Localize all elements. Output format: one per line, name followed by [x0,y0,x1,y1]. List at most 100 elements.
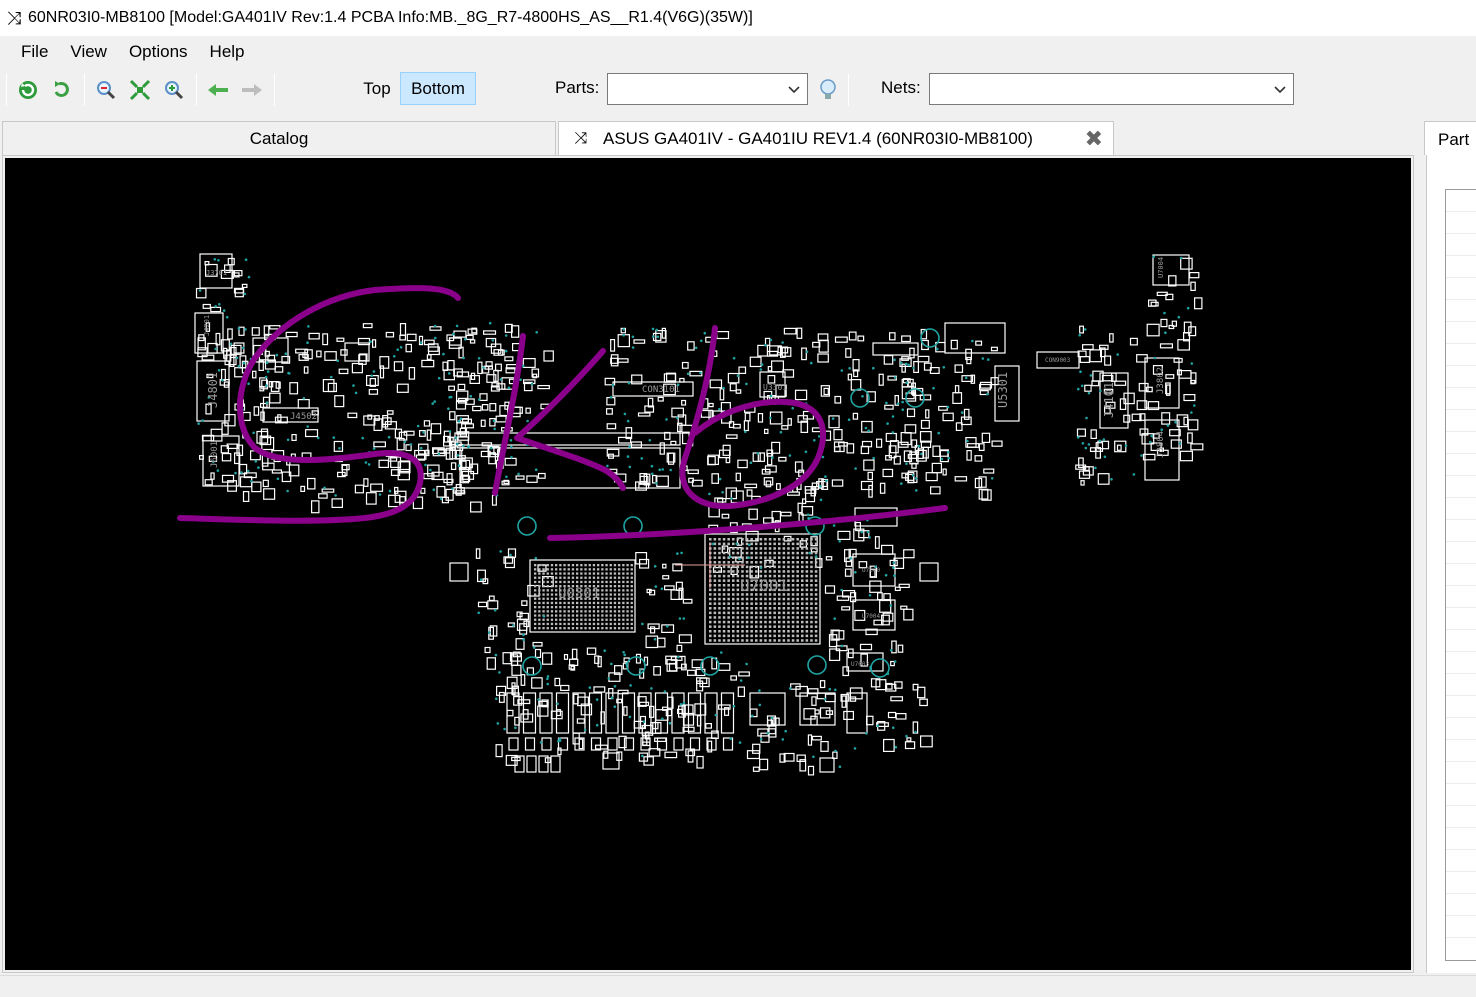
smd-part[interactable] [264,359,276,370]
smd-part[interactable] [883,355,894,365]
smd-part[interactable] [418,443,429,455]
smd-part[interactable] [1150,301,1159,307]
smd-part[interactable] [605,408,613,415]
smd-part[interactable] [457,383,466,391]
smd-part[interactable] [744,412,751,422]
menu-help[interactable]: Help [199,38,256,66]
smd-part[interactable] [388,494,401,508]
smd-part[interactable] [406,333,417,342]
smd-part[interactable] [966,356,972,365]
smd-part[interactable] [210,306,222,313]
smd-part[interactable] [465,334,474,340]
smd-part[interactable] [656,475,669,488]
smd-part[interactable] [767,366,773,372]
smd-part[interactable] [919,698,928,707]
smd-part[interactable] [370,483,384,492]
smd-part[interactable] [743,420,749,432]
smd-part[interactable] [1165,374,1175,379]
smd-part[interactable] [1089,447,1097,452]
smd-part[interactable] [475,548,481,559]
smd-part[interactable] [1089,349,1102,363]
smd-part[interactable] [252,370,257,379]
smd-part[interactable] [470,501,482,513]
smd-part[interactable] [269,392,281,404]
list-row[interactable] [1446,410,1476,432]
list-row[interactable] [1446,608,1476,630]
smd-part[interactable] [1095,442,1104,452]
menu-view[interactable]: View [59,38,118,66]
smd-part[interactable] [1097,473,1110,485]
smd-part[interactable] [526,475,538,483]
smd-part[interactable] [504,356,514,362]
smd-part[interactable] [752,452,761,462]
smd-part[interactable] [453,330,467,338]
smd-part[interactable] [682,598,693,604]
smd-part[interactable] [852,359,860,372]
bottom-row-small[interactable] [526,755,537,773]
smd-part[interactable] [735,389,742,394]
smd-part[interactable] [730,675,738,681]
smd-part[interactable] [766,452,773,466]
smd-part[interactable] [1109,333,1114,343]
bottom-row-pad[interactable] [607,737,618,751]
smd-part[interactable] [960,416,972,426]
list-row[interactable] [1446,366,1476,388]
bottom-row-small[interactable] [550,755,561,773]
smd-part[interactable] [786,491,800,496]
smd-part[interactable] [783,327,797,335]
smd-part[interactable] [331,498,344,508]
smd-part[interactable] [670,440,677,446]
smd-part[interactable] [322,333,329,346]
smd-part[interactable] [386,410,394,415]
smd-part[interactable] [950,339,958,350]
smd-part[interactable] [472,405,482,412]
smd-part[interactable] [882,468,894,478]
arrow-left-icon[interactable] [204,76,232,104]
smd-part[interactable] [825,556,833,561]
smd-part[interactable] [532,641,543,647]
smd-part[interactable] [445,488,454,501]
mount-hole-bottom-right[interactable] [819,757,835,773]
smd-part[interactable] [903,608,914,621]
smd-part[interactable] [749,356,762,368]
smd-part[interactable] [868,484,873,498]
smd-part[interactable] [423,420,431,427]
smd-part[interactable] [769,411,783,425]
smd-part[interactable] [647,623,660,630]
smd-part[interactable] [906,737,912,742]
smd-part[interactable] [1188,271,1200,279]
smd-part[interactable] [436,485,446,498]
smd-part[interactable] [221,453,232,462]
list-row[interactable] [1446,586,1476,608]
list-row[interactable] [1446,828,1476,850]
smd-part[interactable] [477,601,488,608]
list-row[interactable] [1446,322,1476,344]
smd-part[interactable] [721,513,730,519]
smd-part[interactable] [795,685,808,697]
list-row[interactable] [1446,762,1476,784]
smd-part[interactable] [498,691,505,703]
smd-part[interactable] [649,626,656,634]
smd-part[interactable] [487,600,499,610]
smd-part[interactable] [874,536,880,549]
smd-part[interactable] [837,530,851,540]
smd-part[interactable] [925,472,938,482]
smd-part[interactable] [263,488,276,500]
smd-part[interactable] [807,734,813,746]
smd-part[interactable] [242,491,250,503]
smd-part[interactable] [833,446,841,453]
smd-part[interactable] [801,347,807,361]
bottom-row-pad[interactable] [524,737,536,751]
smd-part[interactable] [657,396,664,402]
smd-part[interactable] [811,735,822,741]
close-icon[interactable]: ✖ [1085,126,1103,152]
smd-part[interactable] [929,486,941,495]
smd-part[interactable] [365,492,377,505]
list-row[interactable] [1446,190,1476,212]
smd-part[interactable] [843,710,854,721]
smd-part[interactable] [1090,429,1097,439]
smd-part[interactable] [300,485,306,492]
parts-list[interactable] [1445,189,1476,961]
smd-part[interactable] [449,411,456,421]
smd-part[interactable] [770,360,784,373]
